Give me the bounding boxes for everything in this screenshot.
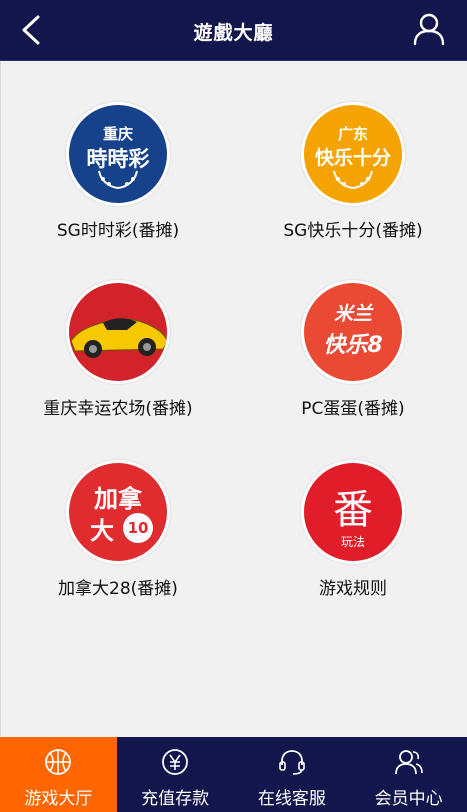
laurel-icon [98, 170, 138, 190]
headset-icon [279, 750, 305, 775]
game-label: 加拿大28(番摊) [58, 579, 178, 599]
tab-label: 充值存款 [141, 789, 210, 809]
game-tile-rules[interactable]: 番 玩法 游戏规则 [253, 460, 453, 599]
guangdong-kl10-icon: 广东 快乐十分 [304, 105, 402, 203]
game-icon-frame: 加拿 大 10 [66, 460, 170, 564]
icon-sub-text: 玩法 [340, 535, 365, 549]
game-label: SG快乐十分(番摊) [283, 221, 423, 241]
icon-main-text: 快乐8 [323, 333, 383, 358]
number-badge: 10 [123, 513, 153, 543]
game-label: 重庆幸运农场(番摊) [43, 399, 193, 419]
tab-label: 在线客服 [257, 789, 326, 809]
user-profile-icon[interactable] [413, 12, 445, 46]
game-tile-sg-ssc[interactable]: 重庆 時時彩 SG时时彩(番摊) [18, 102, 218, 241]
basketball-icon [45, 749, 72, 775]
yen-coin-icon [162, 749, 189, 775]
game-icon-frame: 广东 快乐十分 [301, 102, 405, 206]
tab-label: 会员中心 [374, 789, 443, 809]
game-icon-frame: 重庆 時時彩 [66, 102, 170, 206]
laurel-icon [333, 170, 373, 190]
tab-recharge[interactable]: 充值存款 [117, 737, 234, 812]
game-rules-icon: 番 玩法 [304, 463, 402, 561]
icon-top-text: 重庆 [102, 125, 133, 143]
game-label: 游戏规则 [319, 579, 387, 599]
icon-main-text: 快乐十分 [314, 147, 391, 169]
sports-car-icon [69, 283, 167, 381]
icon-top-text: 加拿 [94, 485, 142, 513]
members-icon [394, 750, 423, 775]
tab-member-center[interactable]: 会员中心 [350, 737, 467, 812]
pc-egg-icon: 米兰 快乐8 [304, 283, 402, 381]
game-icon-frame: 番 玩法 [301, 460, 405, 564]
game-tile-sg-kl10[interactable]: 广东 快乐十分 SG快乐十分(番摊) [253, 102, 453, 241]
top-bar: 遊戲大廳 [0, 0, 467, 61]
tab-customer-service[interactable]: 在线客服 [234, 737, 351, 812]
canada-28-icon: 加拿 大 10 [69, 463, 167, 561]
game-tile-pc-egg[interactable]: 米兰 快乐8 PC蛋蛋(番摊) [253, 280, 453, 419]
chongqing-ssc-icon: 重庆 時時彩 [69, 105, 167, 203]
game-icon-frame: 米兰 快乐8 [301, 280, 405, 384]
tab-label: 游戏大厅 [24, 789, 93, 809]
bottom-tab-bar: 游戏大厅 充值存款 在线客服 会员中心 [0, 737, 467, 812]
icon-top-text: 米兰 [333, 303, 372, 325]
icon-top-text: 广东 [337, 125, 368, 143]
page-title: 遊戲大廳 [193, 22, 274, 44]
game-icon-frame [66, 280, 170, 384]
game-tile-canada-28[interactable]: 加拿 大 10 加拿大28(番摊) [18, 460, 218, 599]
game-tile-lucky-farm[interactable]: 重庆幸运农场(番摊) [18, 280, 218, 419]
tab-game-hall[interactable]: 游戏大厅 [0, 737, 117, 812]
game-label: PC蛋蛋(番摊) [301, 399, 405, 419]
icon-main-text: 番 [333, 487, 373, 533]
game-label: SG时时彩(番摊) [56, 221, 180, 241]
game-grid: 重庆 時時彩 SG时时彩(番摊) 广东 快乐十分 SG快乐十分(番摊) 重庆幸运… [0, 62, 467, 736]
